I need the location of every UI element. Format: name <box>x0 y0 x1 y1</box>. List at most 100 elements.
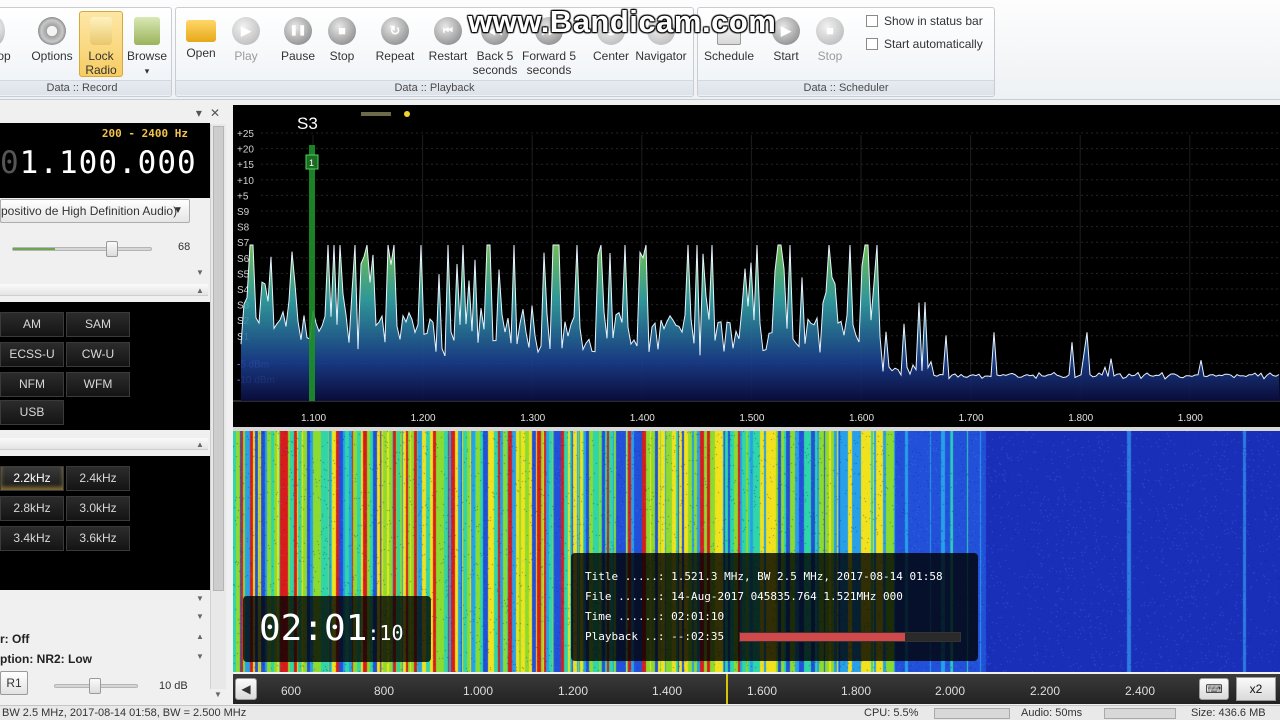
gear-icon <box>38 17 66 45</box>
volume-slider[interactable] <box>12 241 152 257</box>
play-button[interactable]: ▶ Play <box>219 12 273 78</box>
waterfall-display[interactable]: 02:01:10 Title .....: 1.521.3 MHz, BW 2.… <box>233 431 1280 672</box>
tuning-marker-label: 1 <box>309 158 314 168</box>
bandwidth-2-2khz-button[interactable]: 2.2kHz <box>0 466 64 491</box>
frequency-range: 200 - 2400 Hz <box>101 127 188 140</box>
playback-progress-bar[interactable] <box>739 632 961 642</box>
bandwidth-2-8khz-button[interactable]: 2.8kHz <box>0 496 64 521</box>
lock-radio-button[interactable]: Lock Radio <box>79 11 123 77</box>
panel-close-icon[interactable]: ✕ <box>210 104 220 122</box>
frequency-tick-label: 1.100 <box>301 413 326 424</box>
cpu-meter <box>934 708 1010 719</box>
axis-tick-label: 1.400 <box>652 684 683 698</box>
panel-scrollbar[interactable] <box>210 124 226 689</box>
mode-sam-button[interactable]: SAM <box>66 312 130 337</box>
status-bar: BW 2.5 MHz, 2017-08-14 01:58, BW = 2.500… <box>0 705 1280 720</box>
db-level-label: +15 <box>237 160 254 171</box>
frequency-display[interactable]: 200 - 2400 Hz 01.100.000 <box>0 123 210 198</box>
noise-reduction-status: ption: NR2: Low <box>0 652 92 666</box>
info-title: Title .....: 1.521.3 MHz, BW 2.5 MHz, 20… <box>585 570 943 583</box>
chevron-down-icon: ▼ <box>173 205 183 216</box>
nr1-button[interactable]: R1 <box>0 671 28 695</box>
mode-wfm-button[interactable]: WFM <box>66 372 130 397</box>
db-level-label: S7 <box>237 238 250 249</box>
recording-info-panel: Title .....: 1.521.3 MHz, BW 2.5 MHz, 20… <box>571 553 978 661</box>
axis-tick-label: 1.600 <box>747 684 778 698</box>
volume-thumb[interactable] <box>106 241 118 257</box>
record-group: op Options Lock Radio Browse ▾ Data :: R… <box>0 7 172 97</box>
bandwidth-3-6khz-button[interactable]: 3.6kHz <box>66 526 130 551</box>
scroll-down-icon[interactable]: ▼ <box>214 690 222 699</box>
scrollbar-thumb[interactable] <box>213 126 224 591</box>
repeat-button[interactable]: ↻ Repeat <box>368 12 422 78</box>
frequency-tick-label: 1.700 <box>959 413 984 424</box>
collapse-arrow-icon[interactable]: ▼ <box>196 612 204 621</box>
mode-cw-u-button[interactable]: CW-U <box>66 342 130 367</box>
axis-tick-label: 1.200 <box>558 684 589 698</box>
stop-button[interactable]: ■ Stop <box>315 12 369 78</box>
record-icon <box>0 17 5 45</box>
bandwidth-3-4khz-button[interactable]: 3.4kHz <box>0 526 64 551</box>
db-level-label: S8 <box>237 223 250 234</box>
status-dot <box>404 111 410 117</box>
mode-am-button[interactable]: AM <box>0 312 64 337</box>
browse-icon <box>134 17 160 45</box>
panel-pin-icon[interactable]: ▾ <box>196 104 202 122</box>
playback-timer: 02:01:10 <box>243 596 431 662</box>
expand-arrow-icon[interactable]: ▲ <box>196 440 204 449</box>
playback-group-label: Data :: Playback <box>176 80 693 95</box>
browse-button[interactable]: Browse ▾ <box>120 12 174 78</box>
scheduler-stop-button[interactable]: ■ Stop <box>803 12 857 78</box>
db-level-label: +20 <box>237 145 254 156</box>
bandwidth-3-0khz-button[interactable]: 3.0kHz <box>66 496 130 521</box>
zoom-x2-button[interactable]: x2 <box>1236 677 1276 701</box>
collapse-arrow-icon[interactable]: ▼ <box>196 594 204 603</box>
tuning-marker <box>726 674 728 704</box>
show-in-status-bar-checkbox[interactable]: Show in status bar <box>866 14 983 28</box>
frequency-tick-label: 1.900 <box>1178 413 1203 424</box>
nr-level-thumb[interactable] <box>89 678 101 694</box>
expand-arrow-icon[interactable]: ▲ <box>196 286 204 295</box>
frequency-tick-label: 1.600 <box>849 413 874 424</box>
nr-level-value: 10 dB <box>159 680 188 692</box>
stop-icon: ■ <box>816 17 844 45</box>
restart-icon: ⏮ <box>434 17 462 45</box>
mode-ecss-u-button[interactable]: ECSS-U <box>0 342 64 367</box>
frequency-tick-label: 1.300 <box>520 413 545 424</box>
options-button[interactable]: Options <box>25 12 79 78</box>
mode-nfm-button[interactable]: NFM <box>0 372 64 397</box>
volume-value: 68 <box>178 241 191 253</box>
checkbox-box[interactable] <box>866 38 878 50</box>
keyboard-icon[interactable]: ⌨ <box>1199 678 1229 700</box>
playback-progress-fill <box>740 633 905 641</box>
bandwidth-panel: 2.2kHz 2.4kHz 2.8kHz 3.0kHz 3.4kHz 3.6kH… <box>0 456 210 590</box>
info-file: File ......: 14-Aug-2017 045835.764 1.52… <box>585 590 903 603</box>
signal-level-indicator <box>361 112 391 116</box>
collapse-arrow-icon[interactable]: ▼ <box>196 268 204 277</box>
tuning-marker-bar <box>309 145 315 401</box>
audio-frequency-axis[interactable]: ◀ 600 800 1.000 1.200 1.400 1.600 1.800 … <box>233 674 1280 704</box>
play-icon: ▶ <box>232 17 260 45</box>
bandwidth-2-4khz-button[interactable]: 2.4kHz <box>66 466 130 491</box>
expand-arrow-icon[interactable]: ▲ <box>196 632 204 641</box>
collapse-arrow-icon[interactable]: ▼ <box>196 652 204 661</box>
status-file-size: Size: 436.6 MB <box>1191 707 1266 719</box>
frequency-readout[interactable]: 01.100.000 <box>0 145 197 181</box>
audio-meter <box>1104 708 1176 719</box>
nr-level-slider[interactable] <box>54 678 138 694</box>
spectrum-display[interactable]: +25+20+15+10+5S9S8S7S6S5S4S3S2S1-5 dBm-1… <box>233 105 1280 427</box>
rewind-icon[interactable]: ◀ <box>235 678 257 700</box>
section-separator <box>0 438 208 450</box>
axis-tick-label: 2.400 <box>1125 684 1156 698</box>
bandicam-watermark: www.Bandicam.com <box>468 4 777 39</box>
start-automatically-checkbox[interactable]: Start automatically <box>866 37 983 51</box>
mode-usb-button[interactable]: USB <box>0 400 64 425</box>
repeat-icon: ↻ <box>381 17 409 45</box>
audio-device-select[interactable]: positivo de High Definition Audio) ▼ <box>0 199 190 223</box>
checkbox-box[interactable] <box>866 15 878 27</box>
frequency-tick-label: 1.200 <box>411 413 436 424</box>
db-level-label: S9 <box>237 207 250 218</box>
db-level-label: +10 <box>237 176 254 187</box>
record-op-button[interactable]: op <box>0 12 13 78</box>
pause-icon: ❚❚ <box>284 17 312 45</box>
